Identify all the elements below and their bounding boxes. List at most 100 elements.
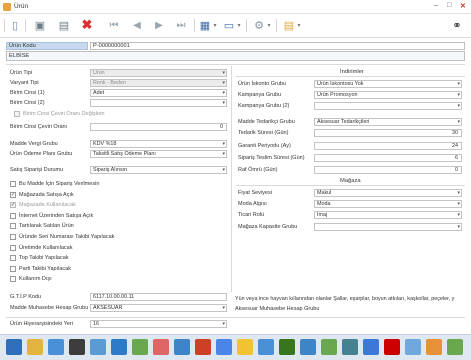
campaign-group2-select[interactable]: ▾ [314,102,462,110]
option-checkbox[interactable] [10,181,16,187]
explorer-icon[interactable] [27,339,43,355]
order-status-select[interactable]: Sipariş Alınsın ▾ [90,166,227,174]
hierarchy-select[interactable]: 16 ▾ [90,320,227,328]
print-icon[interactable] [216,339,232,355]
document-icon[interactable] [195,339,211,355]
chevron-down-icon: ▾ [222,321,225,327]
bars-icon[interactable] [279,339,295,355]
shelf-life-input[interactable]: 0 [314,166,462,174]
chevron-down-icon: ▾ [457,190,460,196]
payment-plan-select[interactable]: Taksitli Satış Ödeme Planı ▾ [90,150,227,158]
delivery-time-input[interactable]: 6 [314,154,462,162]
tax-group-select[interactable]: KDV %18 ▾ [90,140,227,148]
option-checkbox-label: Top Takibi Yapılacak [19,255,69,262]
next-icon[interactable]: ▶ [152,18,166,32]
option-checkbox[interactable] [10,265,16,272]
maximize-button[interactable]: □ [447,2,451,9]
unit-ratio-variable-checkbox[interactable] [14,111,20,117]
discount-group-label: Ürün İskonto Grubu [238,81,286,87]
cloud-icon[interactable] [405,339,421,355]
product-code-input[interactable]: P-0000000001 [90,42,465,50]
toolbar-separator [25,19,26,32]
option-checkbox[interactable] [10,234,16,240]
settings-icon[interactable]: ⚙ [252,18,266,32]
mail-icon[interactable] [384,339,400,355]
option-checkbox[interactable]: ✓ [10,202,16,209]
product-type-select[interactable]: Ürün ▾ [90,69,227,77]
settings-icon[interactable] [300,339,316,355]
grid-icon[interactable] [132,339,148,355]
toolbar-separator [194,19,195,32]
close-button[interactable]: ✕ [460,2,466,10]
warranty-input[interactable]: 24 [314,142,462,150]
minimize-button[interactable]: – [434,2,438,9]
accounting-group-description: Aksesuar Muhasebe Hesap Grubu [235,306,320,312]
target-icon[interactable] [426,339,442,355]
product-name-input[interactable]: ELBİSE [6,51,465,61]
gtip-input[interactable]: 6117.10.00.00.11 [90,293,227,301]
fashion-select[interactable]: Moda ▾ [314,200,462,208]
price-level-select[interactable]: Makul ▾ [314,189,462,197]
supplier-group-select[interactable]: Aksesuar Tedarikçileri ▾ [314,118,462,126]
option-checkbox[interactable] [10,212,16,219]
campaign-group-select[interactable]: Ürün Promosyon ▾ [314,91,462,99]
people-icon[interactable] [174,339,190,355]
start-icon[interactable] [6,339,22,355]
commercial-role-label: Ticari Rolü [238,212,265,218]
chart-icon[interactable] [153,339,169,355]
commercial-role-select[interactable]: İmaj ▾ [314,211,462,219]
campaign-group-value: Ürün Promosyon [317,92,358,98]
preview-icon[interactable]: ▭ [222,18,236,32]
menu-icon[interactable]: ▤ [282,18,296,32]
variant-type-select[interactable]: Renk - Beden ▾ [90,79,227,87]
new-icon[interactable]: ▯ [8,18,22,32]
store-capacity-select[interactable]: ▾ [314,223,462,231]
unit1-value: Adet [93,90,105,96]
window-title: Ürün [14,3,29,10]
chevron-down-icon: ▾ [457,201,460,207]
media-icon[interactable] [69,339,85,355]
list-icon[interactable] [111,339,127,355]
window-icon[interactable] [90,339,106,355]
globe-icon[interactable] [342,339,358,355]
unit2-select[interactable]: ▾ [90,99,227,107]
unit1-select[interactable]: Adet ▾ [90,89,227,97]
supply-time-input[interactable]: 30 [314,129,462,137]
preview-dropdown-icon[interactable]: ▾ [236,18,242,32]
settings-dropdown-icon[interactable]: ▾ [266,18,272,32]
option-checkbox-label: Üründe Seri Numarası Takibi Yapılacak [19,234,115,240]
accounting-group-select[interactable]: AKSESUAR ▾ [90,304,227,312]
toolbar-separator [4,19,5,32]
option-checkbox[interactable] [10,244,16,251]
unit1-label: Birim Cinsi (1) [10,90,45,96]
menu-dropdown-icon[interactable]: ▾ [296,18,302,32]
search-icon[interactable]: ⚭ [450,18,464,32]
discounts-section-title: İndirimler [340,69,364,75]
discount-group-select[interactable]: Ürün İskontosu Yok ▾ [314,80,462,88]
save-icon[interactable]: ▣ [33,18,47,32]
option-checkbox[interactable]: ✓ [10,191,16,198]
chat-icon[interactable] [258,339,274,355]
chevron-down-icon: ▾ [457,81,460,87]
browser-icon[interactable] [48,339,64,355]
check-icon[interactable] [447,339,463,355]
option-checkbox[interactable] [10,255,16,262]
prev-icon[interactable]: ◀ [130,18,144,32]
print-icon[interactable]: ▦ [198,18,212,32]
first-icon[interactable]: ⏮ [107,18,121,32]
folder-icon[interactable] [237,339,253,355]
unit-ratio-input[interactable]: 0 [90,123,227,131]
delete-icon[interactable]: ✖ [80,17,94,32]
chevron-down-icon: ▾ [457,119,460,125]
option-checkbox-label: Mağazada Satışa Açık [19,191,74,198]
shelf-life-label: Raf Ömrü (Gün) [238,167,278,173]
supplier-group-label: Madde Tedarikçi Grubu [238,119,295,125]
last-icon[interactable]: ⏭ [174,18,188,32]
option-checkbox[interactable] [10,223,16,230]
save-as-icon[interactable]: ▤ [57,18,71,32]
option-checkbox[interactable] [10,276,16,283]
tree-icon[interactable] [321,339,337,355]
print-dropdown-icon[interactable]: ▾ [212,18,218,32]
campaign-group-label: Kampanya Grubu [238,92,282,98]
clock-icon[interactable] [363,339,379,355]
